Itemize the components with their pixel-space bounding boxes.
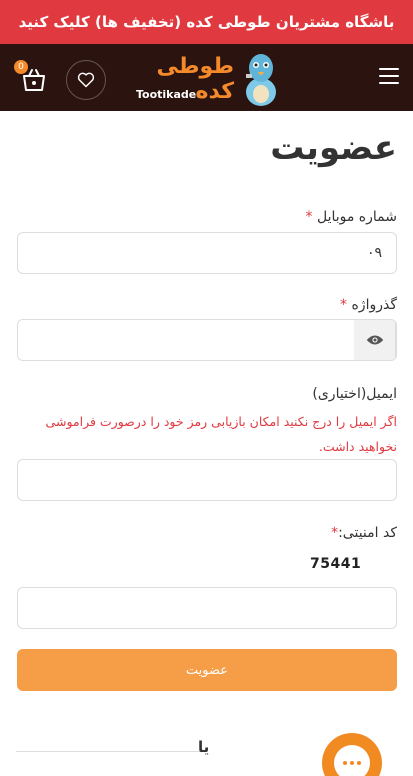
cart-button[interactable]: 0 <box>14 60 54 100</box>
email-label: ایمیل(اختیاری) <box>312 386 397 402</box>
menu-icon[interactable] <box>379 68 399 86</box>
email-hint: اگر ایمیل را درج نکنید امکان بازیابی رمز… <box>45 414 397 454</box>
captcha-label: کد امنیتی:* <box>331 525 397 541</box>
site-logo[interactable]: طوطی کده Tootikade <box>132 48 292 108</box>
heart-icon <box>77 72 95 88</box>
chat-icon <box>334 745 370 776</box>
password-label: گذرواژه * <box>340 297 397 313</box>
register-button[interactable]: عضویت <box>17 649 397 691</box>
divider-line-left <box>17 751 177 752</box>
promo-text: باشگاه مشتریان طوطی کده (تخفیف ها) کلیک … <box>18 13 395 31</box>
captcha-input[interactable] <box>17 587 397 629</box>
parrot-mascot-icon <box>246 54 276 106</box>
mobile-input[interactable] <box>17 232 397 274</box>
promo-banner[interactable]: باشگاه مشتریان طوطی کده (تخفیف ها) کلیک … <box>0 0 413 44</box>
show-password-button[interactable] <box>354 320 396 360</box>
password-field <box>17 319 397 361</box>
password-input[interactable] <box>18 320 354 360</box>
captcha-code: 75441 <box>310 556 362 572</box>
email-input[interactable] <box>17 459 397 501</box>
site-header: طوطی کده Tootikade 0 <box>0 44 413 111</box>
eye-icon <box>366 335 383 345</box>
chat-button[interactable] <box>322 733 382 776</box>
page-title: عضویت <box>270 128 397 168</box>
logo-text-en: Tootikade <box>136 88 197 101</box>
mobile-label: شماره موبایل * <box>305 209 397 225</box>
wishlist-button[interactable] <box>66 60 106 100</box>
cart-count-badge: 0 <box>14 60 28 74</box>
divider-or: یا <box>198 738 210 756</box>
